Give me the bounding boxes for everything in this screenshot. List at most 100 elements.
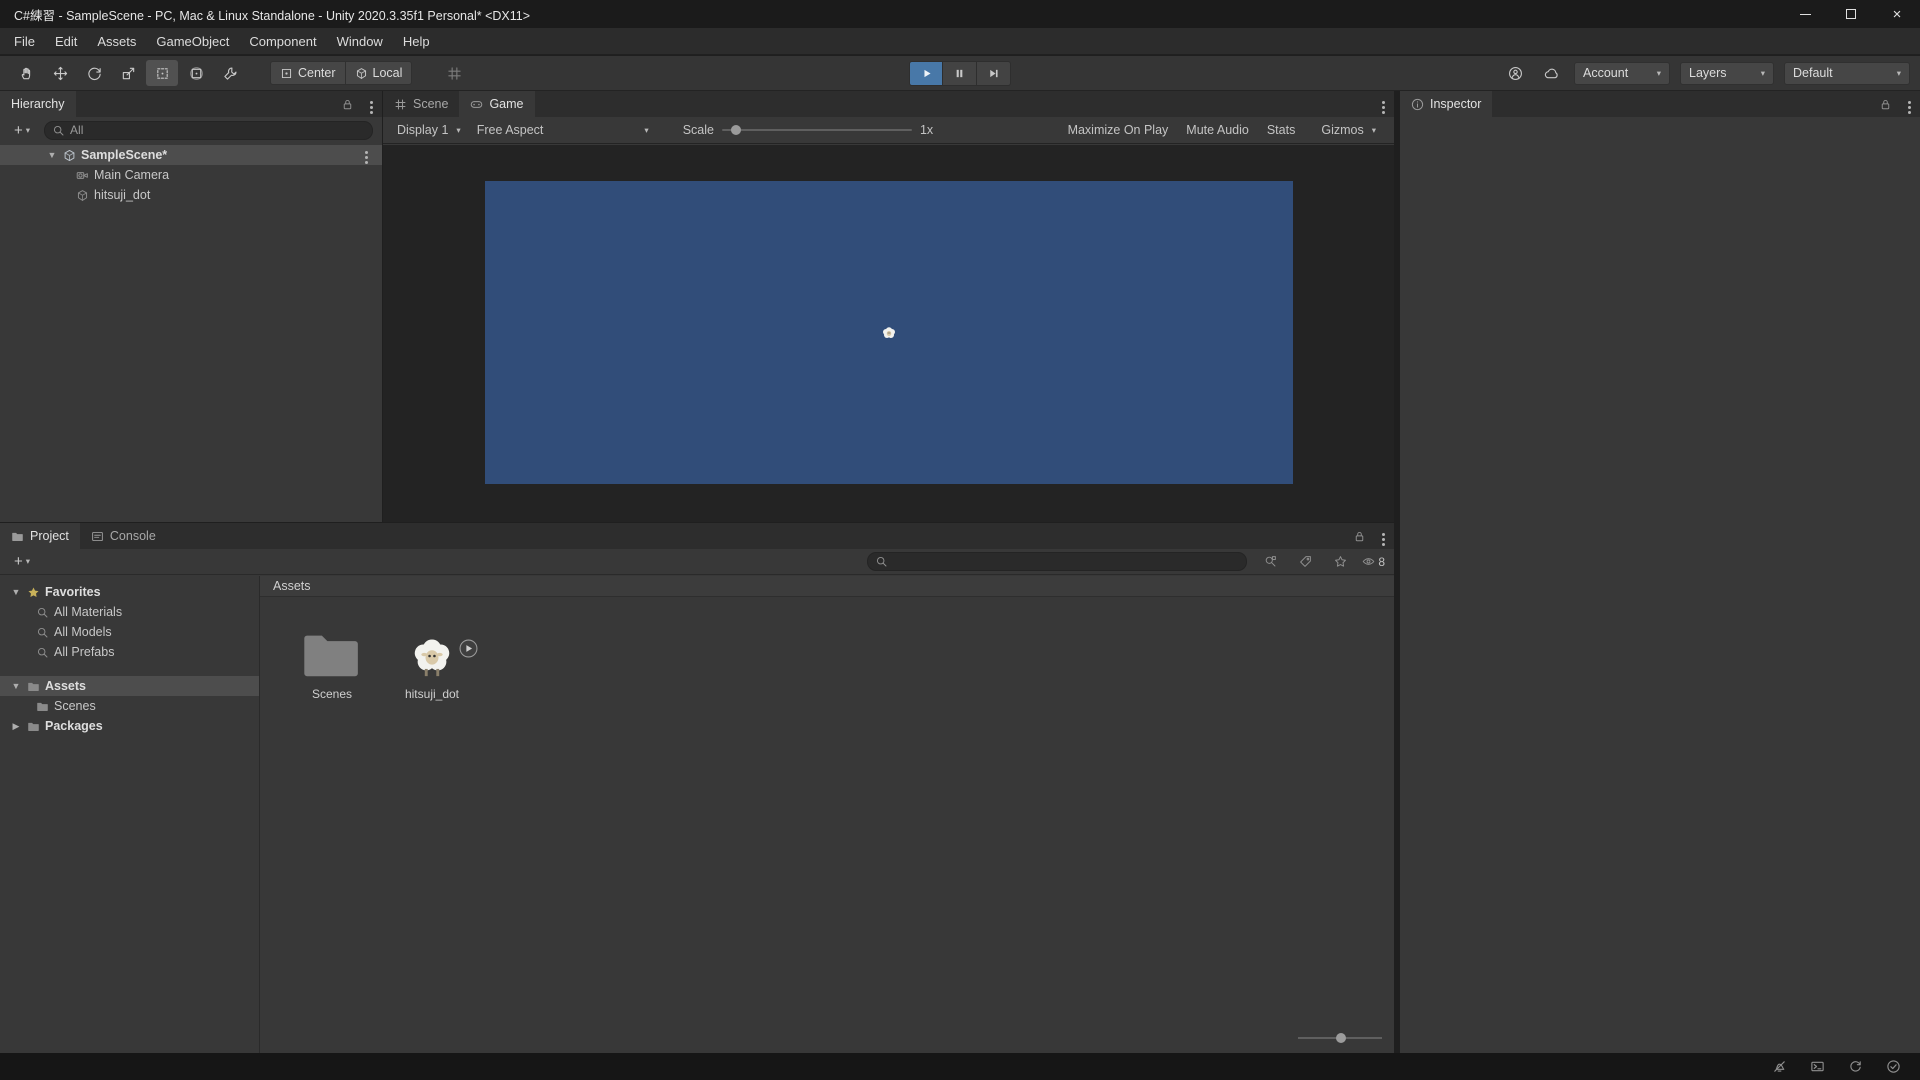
project-search[interactable] xyxy=(867,552,1248,571)
scale-slider-knob[interactable] xyxy=(731,125,742,135)
hierarchy-search[interactable] xyxy=(44,120,373,140)
rect-tool-button[interactable] xyxy=(146,60,178,86)
console-status-button[interactable] xyxy=(1804,1055,1830,1079)
project-search-input[interactable] xyxy=(893,554,1240,569)
hierarchy-search-input[interactable] xyxy=(70,123,365,137)
sheep-sprite-thumbnail xyxy=(414,639,450,677)
project-create-button[interactable]: + ▾ xyxy=(9,554,35,569)
project-tree-favorites[interactable]: ▼ Favorites xyxy=(0,582,259,602)
project-tree-all-prefabs[interactable]: All Prefabs xyxy=(0,642,259,662)
tab-hierarchy[interactable]: Hierarchy xyxy=(0,91,76,117)
hierarchy-lock-button[interactable] xyxy=(334,92,360,116)
custom-tool-button[interactable] xyxy=(214,60,246,86)
play-icon xyxy=(923,69,931,78)
menu-item-assets[interactable]: Assets xyxy=(87,28,146,54)
tab-console[interactable]: Console xyxy=(80,523,167,549)
rotate-icon xyxy=(87,67,101,80)
hierarchy-create-button[interactable]: + ▾ xyxy=(9,123,35,138)
project-tree-scenes[interactable]: Scenes xyxy=(0,696,259,716)
pause-button[interactable] xyxy=(943,61,977,86)
game-render[interactable] xyxy=(485,181,1293,484)
menu-item-file[interactable]: File xyxy=(4,28,45,54)
tab-game[interactable]: Game xyxy=(459,91,535,117)
asset-item-hitsuji-dot[interactable]: hitsuji_dot xyxy=(390,623,478,701)
background-tasks-button[interactable] xyxy=(1842,1055,1868,1079)
viewport-menu-button[interactable] xyxy=(1382,97,1385,114)
project-tree-assets[interactable]: ▼ Assets xyxy=(0,676,259,696)
expand-subassets-button[interactable] xyxy=(459,639,478,658)
thumbnail-size-slider[interactable] xyxy=(1298,1031,1382,1045)
project-tree-all-materials[interactable]: All Materials xyxy=(0,602,259,622)
slider-knob[interactable] xyxy=(1335,1033,1346,1043)
inspector-lock-button[interactable] xyxy=(1872,92,1898,116)
scale-slider-track[interactable] xyxy=(721,129,912,131)
pivot-toggle-button[interactable]: Center xyxy=(270,61,346,85)
scale-tool-button[interactable] xyxy=(112,60,144,86)
mute-audio-button[interactable]: Mute Audio xyxy=(1186,123,1249,137)
breadcrumb: Assets xyxy=(260,576,1394,597)
menu-item-component[interactable]: Component xyxy=(239,28,326,54)
hand-tool-button[interactable] xyxy=(10,60,42,86)
tab-project[interactable]: Project xyxy=(0,523,80,549)
tab-inspector[interactable]: Inspector xyxy=(1400,91,1493,117)
scene-tab-label: Scene xyxy=(413,97,449,111)
play-button[interactable] xyxy=(909,61,943,86)
hierarchy-item-main-camera[interactable]: Main Camera xyxy=(0,165,382,185)
chevron-down-icon[interactable]: ▼ xyxy=(46,150,58,160)
layers-dropdown[interactable]: Layers ▾ xyxy=(1680,61,1774,85)
inspector-tab-icon xyxy=(1411,98,1424,110)
project-tree-all-models[interactable]: All Models xyxy=(0,622,259,642)
menu-item-help[interactable]: Help xyxy=(393,28,440,54)
viewport-header-tools xyxy=(1382,91,1394,117)
hierarchy-menu-button[interactable] xyxy=(370,97,373,114)
transform-tool-button[interactable] xyxy=(180,60,212,86)
scene-menu-button[interactable] xyxy=(365,148,368,164)
project-panel: Project Console + ▾ 8 ▼ Favorites All Ma… xyxy=(0,523,1394,1053)
menu-item-gameobject[interactable]: GameObject xyxy=(146,28,239,54)
maximize-button[interactable] xyxy=(1828,0,1874,28)
menu-item-edit[interactable]: Edit xyxy=(45,28,87,54)
project-tree-packages[interactable]: ▶ Packages xyxy=(0,716,259,736)
maximize-icon xyxy=(1846,9,1856,19)
stats-button[interactable]: Stats xyxy=(1267,123,1296,137)
account-dropdown[interactable]: Account ▾ xyxy=(1574,61,1670,85)
window-titlebar: C#練習 - SampleScene - PC, Mac & Linux Sta… xyxy=(0,0,1920,28)
hierarchy-item-hitsuji-dot[interactable]: hitsuji_dot xyxy=(0,185,382,205)
search-icon xyxy=(37,627,48,637)
menu-item-window[interactable]: Window xyxy=(327,28,393,54)
mute-notifications-button[interactable] xyxy=(1766,1055,1792,1079)
chevron-down-icon[interactable]: ▼ xyxy=(10,587,22,597)
gizmos-dropdown[interactable]: Gizmos ▾ xyxy=(1313,123,1384,137)
close-button[interactable]: × xyxy=(1874,0,1920,28)
space-label: Local xyxy=(372,66,403,80)
collab-status-button[interactable] xyxy=(1880,1055,1906,1079)
maximize-on-play-button[interactable]: Maximize On Play xyxy=(1068,123,1169,137)
move-tool-button[interactable] xyxy=(44,60,76,86)
aspect-dropdown-label: Free Aspect xyxy=(476,123,544,137)
version-control-button[interactable] xyxy=(1502,61,1528,85)
cloud-services-button[interactable] xyxy=(1538,61,1564,85)
scale-slider[interactable] xyxy=(721,123,912,137)
inspector-menu-button[interactable] xyxy=(1908,97,1911,114)
hierarchy-item-scene[interactable]: ▼ SampleScene* xyxy=(0,145,382,165)
search-by-type-button[interactable] xyxy=(1257,550,1283,574)
caret-down-icon: ▾ xyxy=(644,124,649,135)
game-tab-icon xyxy=(471,100,483,108)
rotate-tool-button[interactable] xyxy=(78,60,110,86)
step-button[interactable] xyxy=(977,61,1011,86)
project-menu-button[interactable] xyxy=(1382,529,1385,546)
project-lock-button[interactable] xyxy=(1346,524,1372,548)
save-search-button[interactable] xyxy=(1327,550,1353,574)
chevron-down-icon[interactable]: ▼ xyxy=(10,681,22,691)
hidden-packages-button[interactable]: 8 xyxy=(1362,555,1385,569)
layout-dropdown[interactable]: Default ▾ xyxy=(1784,61,1910,85)
search-by-label-button[interactable] xyxy=(1292,550,1318,574)
tab-scene[interactable]: Scene xyxy=(383,91,459,117)
grid-snap-button[interactable] xyxy=(438,60,470,86)
asset-item-scenes[interactable]: Scenes xyxy=(290,623,374,701)
aspect-ratio-dropdown[interactable]: Free Aspect ▾ xyxy=(469,117,657,143)
chevron-right-icon[interactable]: ▶ xyxy=(10,721,22,732)
minimize-button[interactable] xyxy=(1782,0,1828,28)
display-dropdown[interactable]: Display 1 ▾ xyxy=(389,117,469,143)
space-toggle-button[interactable]: Local xyxy=(345,61,413,85)
